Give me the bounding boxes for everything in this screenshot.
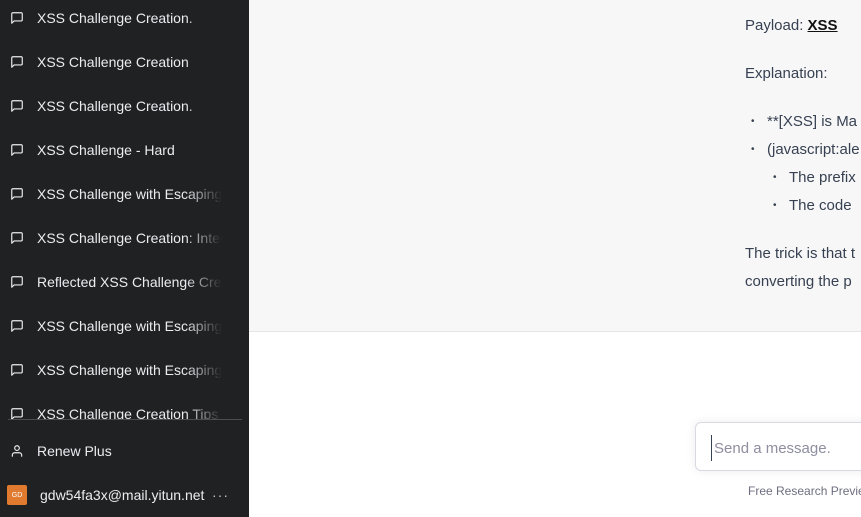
main-panel: Payload: XSS Explanation: • **[XSS] is M… bbox=[249, 0, 861, 517]
sidebar: XSS Challenge Creation. XSS Challenge Cr… bbox=[0, 0, 249, 517]
conversation-item[interactable]: XSS Challenge Creation. bbox=[0, 84, 249, 128]
conversation-item[interactable]: XSS Challenge - Hard bbox=[0, 128, 249, 172]
footer-note: Free Research Preview bbox=[748, 484, 861, 498]
chat-bubble-icon bbox=[10, 363, 24, 377]
chat-bubble-icon bbox=[10, 275, 24, 289]
user-email: gdw54fa3x@mail.yitun.net bbox=[40, 487, 205, 503]
conversation-item[interactable]: XSS Challenge Creation Tips bbox=[0, 392, 249, 419]
conversation-label: XSS Challenge with Escaping bbox=[37, 362, 222, 378]
conversation-label: XSS Challenge with Escaping bbox=[37, 186, 222, 202]
sub-bullet-text: The code bbox=[789, 197, 852, 214]
conversation-item[interactable]: XSS Challenge with Escaping bbox=[0, 172, 249, 216]
conversation-item[interactable]: XSS Challenge Creation. bbox=[0, 0, 249, 40]
conversation-label: XSS Challenge Creation. bbox=[37, 10, 193, 26]
conversation-item[interactable]: XSS Challenge with Escaping bbox=[0, 304, 249, 348]
user-icon bbox=[10, 444, 24, 458]
chat-bubble-icon bbox=[10, 55, 24, 69]
chat-bubble-icon bbox=[10, 11, 24, 25]
conversation-item[interactable]: Reflected XSS Challenge Creat bbox=[0, 260, 249, 304]
bullet-text: (javascript:ale bbox=[767, 141, 860, 158]
bullet-dot: • bbox=[751, 116, 755, 127]
paragraph-line: converting the p bbox=[745, 273, 852, 290]
conversation-label: XSS Challenge with Escaping bbox=[37, 318, 222, 334]
conversation-item[interactable]: XSS Challenge with Escaping bbox=[0, 348, 249, 392]
chat-bubble-icon bbox=[10, 231, 24, 245]
user-account-button[interactable]: GD gdw54fa3x@mail.yitun.net ··· bbox=[0, 473, 249, 517]
conversation-list[interactable]: XSS Challenge Creation. XSS Challenge Cr… bbox=[0, 0, 249, 419]
conversation-label: Reflected XSS Challenge Creat bbox=[37, 274, 222, 290]
more-options-icon[interactable]: ··· bbox=[212, 473, 229, 517]
bullet-dot: • bbox=[751, 144, 755, 155]
renew-plus-label: Renew Plus bbox=[37, 443, 112, 459]
payload-line: Payload: XSS bbox=[745, 17, 838, 34]
conversation-label: XSS Challenge Creation Tips bbox=[37, 406, 219, 419]
conversation-item[interactable]: XSS Challenge Creation bbox=[0, 40, 249, 84]
composer-box bbox=[695, 422, 861, 471]
sidebar-divider bbox=[8, 419, 242, 420]
sub-bullet-text: The prefix bbox=[789, 169, 856, 186]
assistant-message: Payload: XSS Explanation: • **[XSS] is M… bbox=[249, 0, 861, 332]
payload-link[interactable]: XSS bbox=[808, 17, 838, 34]
paragraph-line: The trick is that t bbox=[745, 245, 856, 262]
sub-bullet-dot: • bbox=[773, 172, 777, 183]
chat-bubble-icon bbox=[10, 319, 24, 333]
renew-plus-button[interactable]: Renew Plus bbox=[0, 429, 249, 473]
payload-label: Payload: bbox=[745, 17, 804, 34]
bullet-text: **[XSS] is Ma bbox=[767, 113, 858, 130]
conversation-label: XSS Challenge Creation bbox=[37, 54, 189, 70]
conversation-label: XSS Challenge Creation: Inter bbox=[37, 230, 222, 246]
chat-bubble-icon bbox=[10, 187, 24, 201]
message-input[interactable] bbox=[711, 435, 861, 461]
chat-bubble-icon bbox=[10, 143, 24, 157]
sub-bullet-dot: • bbox=[773, 200, 777, 211]
explanation-label: Explanation: bbox=[745, 65, 828, 82]
chat-bubble-icon bbox=[10, 407, 24, 419]
conversation-label: XSS Challenge Creation. bbox=[37, 98, 193, 114]
avatar: GD bbox=[7, 485, 27, 505]
chat-bubble-icon bbox=[10, 99, 24, 113]
conversation-label: XSS Challenge - Hard bbox=[37, 142, 175, 158]
conversation-item[interactable]: XSS Challenge Creation: Inter bbox=[0, 216, 249, 260]
